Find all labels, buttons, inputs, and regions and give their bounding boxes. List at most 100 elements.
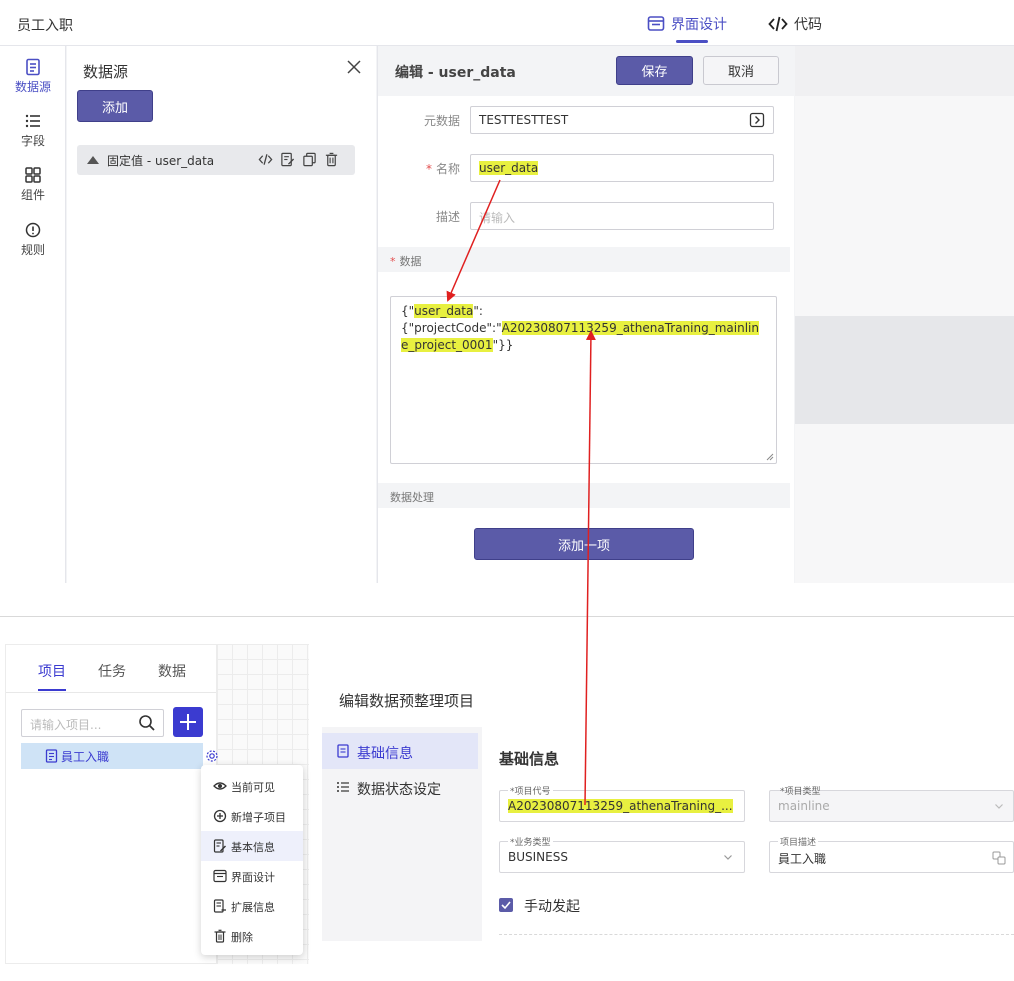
tab-data[interactable]: 数据 [158,661,186,681]
canvas-block [795,316,1014,424]
sidebar-item-label: 基础信息 [357,746,413,762]
gear-icon[interactable] [205,749,219,763]
menu-item-basic-info[interactable]: 基本信息 [201,831,303,861]
sidebar-item-label: 数据状态设定 [357,782,441,798]
canvas-area [795,46,1014,583]
sidebar-item-data-status[interactable]: 数据状态设定 [322,769,478,805]
chevron-down-icon[interactable] [723,852,733,862]
project-type-value: mainline [778,799,830,813]
nav-components-label: 组件 [20,188,45,202]
nav-datasource-label: 数据源 [14,80,51,94]
add-datasource-button[interactable]: 添加 [77,90,153,122]
name-field[interactable]: user_data [470,154,774,182]
project-type-field: *项目类型 mainline [769,787,1014,822]
tab-ui-design-label: 界面设计 [671,17,727,33]
nav-datasource[interactable]: 数据源 [0,58,66,95]
manual-start-checkbox[interactable] [499,898,513,912]
name-value: user_data [479,161,539,175]
copy-icon[interactable] [302,152,317,167]
business-type-value: BUSINESS [508,850,568,864]
business-type-select[interactable]: *业务类型 BUSINESS [499,835,745,873]
translate-icon[interactable] [992,851,1006,865]
tree-item[interactable]: 員工入職 [21,743,218,769]
save-button[interactable]: 保存 [616,56,693,85]
project-code-field[interactable]: *项目代号 A20230807113259_athenaTraning_... [499,784,745,822]
tab-project[interactable]: 项目 [38,661,66,681]
datasource-item[interactable]: 固定值 - user_data [77,145,355,175]
menu-item-extended-info[interactable]: 扩展信息 [201,891,303,921]
required-mark: * [390,255,396,268]
metadata-field[interactable]: TESTTESTTEST [470,106,774,134]
menu-item-ui-design[interactable]: 界面设计 [201,861,303,891]
field-caption: *项目类型 [780,787,821,797]
required-mark: * [425,162,432,176]
datasource-title: 数据源 [83,63,129,81]
nav-rules[interactable]: 规则 [0,221,66,258]
grid-icon [25,167,41,183]
menu-item-label: 新增子项目 [231,811,286,824]
chevron-right-icon[interactable] [749,112,765,128]
menu-item-label: 基本信息 [231,841,275,854]
code-icon[interactable] [258,152,273,167]
left-nav: 数据源 字段 组件 规则 [0,46,66,583]
menu-item-delete[interactable]: 删除 [201,921,303,951]
tab-divider [6,692,216,693]
menu-item-label: 当前可见 [231,781,275,794]
tab-code[interactable]: 代码 [768,14,822,34]
nav-rules-label: 规则 [20,243,45,257]
datasource-item-label: 固定值 - user_data [107,154,215,168]
field-caption: 项目描述 [778,835,819,848]
json-code-highlight: A20230807113259_athenaTraning_mainli [501,321,752,335]
edit-icon[interactable] [280,152,295,167]
cancel-button[interactable]: 取消 [703,56,779,85]
menu-item-add-child[interactable]: 新增子项目 [201,801,303,831]
page-title: 编辑数据预整理项目 [339,692,475,710]
name-label-text: 名称 [435,162,460,176]
layout-icon [647,16,665,31]
editor-title: 编辑 - user_data [395,65,516,81]
trash-icon [214,929,226,943]
nav-fields[interactable]: 字段 [0,112,66,149]
add-item-button[interactable]: 添加一项 [474,528,694,560]
section-title: 基础信息 [499,750,560,768]
nav-fields-label: 字段 [20,134,45,148]
project-code-value: A20230807113259_athenaTraning_... [508,799,733,813]
nav-components[interactable]: 组件 [0,166,66,203]
data-json-textarea[interactable]: {"user_data": {"projectCode":"A202308071… [390,296,777,464]
menu-item-label: 界面设计 [231,871,275,884]
editor-panel: 编辑 - user_data 保存 取消 元数据 TESTTESTTEST * 名… [377,46,795,583]
json-part: "}} [492,338,514,352]
tree-item-label: 員工入職 [61,750,110,764]
menu-item-label: 扩展信息 [231,901,275,914]
json-part: {" [401,304,415,318]
editor-header: 编辑 - user_data 保存 取消 [378,46,795,96]
project-sidebar: 基础信息 数据状态设定 [322,727,482,941]
processing-section-header: 数据处理 [378,483,790,508]
close-icon[interactable] [346,59,362,75]
resize-handle-icon[interactable] [766,453,774,461]
project-desc-field[interactable]: 项目描述 員工入職 [769,835,1014,873]
layout-icon [213,869,227,883]
json-part: ": [473,304,483,318]
data-section-header: * 数据 [378,247,790,272]
canvas-header [795,46,1014,96]
search-icon[interactable] [138,714,156,732]
expand-triangle-icon[interactable] [87,156,99,164]
field-caption: *业务类型 [508,835,553,848]
add-project-button[interactable] [173,707,203,737]
tab-task[interactable]: 任务 [98,661,126,681]
desc-label: 描述 [435,210,460,224]
json-part: {"projectCode":" [401,321,502,335]
trash-icon[interactable] [324,152,339,167]
app-title: 员工入职 [17,18,73,34]
desc-field[interactable]: 请输入 [470,202,774,230]
list-icon [337,782,349,792]
plus-icon [180,714,196,730]
sidebar-item-basic-info[interactable]: 基础信息 [322,733,478,769]
section-divider [499,934,1014,935]
edit-doc-icon [213,839,226,853]
tab-ui-design[interactable]: 界面设计 [647,14,727,34]
screenshot-separator [0,616,1014,617]
menu-item-visible[interactable]: 当前可见 [201,771,303,801]
data-section-label: 数据 [399,255,422,268]
